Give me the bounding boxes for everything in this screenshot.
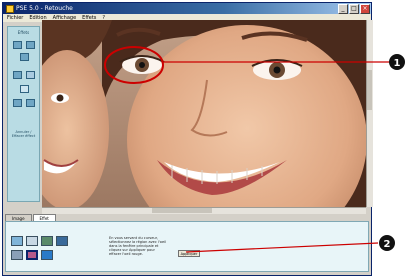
window-title: PSE 5.0 - Retouche [16, 5, 73, 12]
photo-image [42, 20, 366, 207]
tool-brightness-icon[interactable] [13, 71, 22, 79]
tool-rotate-right-icon[interactable] [26, 41, 35, 49]
tool-sharpen-icon[interactable] [13, 99, 22, 107]
effect-thumb-3[interactable] [41, 236, 53, 246]
tool-rotate-left-icon[interactable] [13, 41, 22, 49]
effects-toolbox: Effets Annuler / Effacer éffect [7, 26, 40, 202]
callout-number-2: 2 [384, 239, 391, 250]
effect-thumb-1[interactable] [11, 236, 23, 246]
title-bar: PSE 5.0 - Retouche _ □ × [3, 3, 371, 14]
callout-badge-2 [379, 235, 395, 251]
undo-effect-label[interactable]: Annuler / Effacer éffect [11, 130, 36, 138]
vertical-scroll-thumb[interactable] [367, 70, 372, 110]
effect-thumb-2[interactable] [26, 236, 38, 246]
effects-label: Effets [17, 30, 30, 35]
tool-contrast-icon[interactable] [26, 71, 35, 79]
effect-panel: En vous servant du curseur, sélectionnez… [5, 221, 369, 272]
close-button[interactable]: × [360, 4, 370, 14]
vertical-scrollbar[interactable] [366, 20, 373, 207]
effect-thumbnails [11, 236, 69, 265]
effect-thumb-redeye[interactable] [26, 250, 38, 260]
horizontal-scrollbar[interactable] [42, 207, 366, 214]
window-controls: _ □ × [338, 4, 370, 14]
tool-soften-icon[interactable] [26, 99, 35, 107]
callout-number-1: 1 [394, 58, 401, 69]
menu-item-file[interactable]: Fichier [7, 14, 23, 22]
horizontal-scroll-thumb[interactable] [152, 208, 212, 213]
callout-badge-1 [389, 54, 405, 70]
tool-crop-icon[interactable] [20, 53, 29, 61]
tool-redeye-icon[interactable] [20, 85, 29, 93]
effect-thumb-7[interactable] [41, 250, 53, 260]
effect-description: En vous servant du curseur, sélectionnez… [109, 236, 167, 256]
effect-thumb-4[interactable] [56, 236, 68, 246]
maximize-button[interactable]: □ [349, 4, 359, 14]
app-icon [6, 4, 14, 13]
photo-canvas[interactable] [42, 20, 366, 207]
minimize-button[interactable]: _ [338, 4, 348, 14]
apply-button[interactable]: Appliquer [178, 250, 200, 257]
effect-thumb-5[interactable] [11, 250, 23, 260]
